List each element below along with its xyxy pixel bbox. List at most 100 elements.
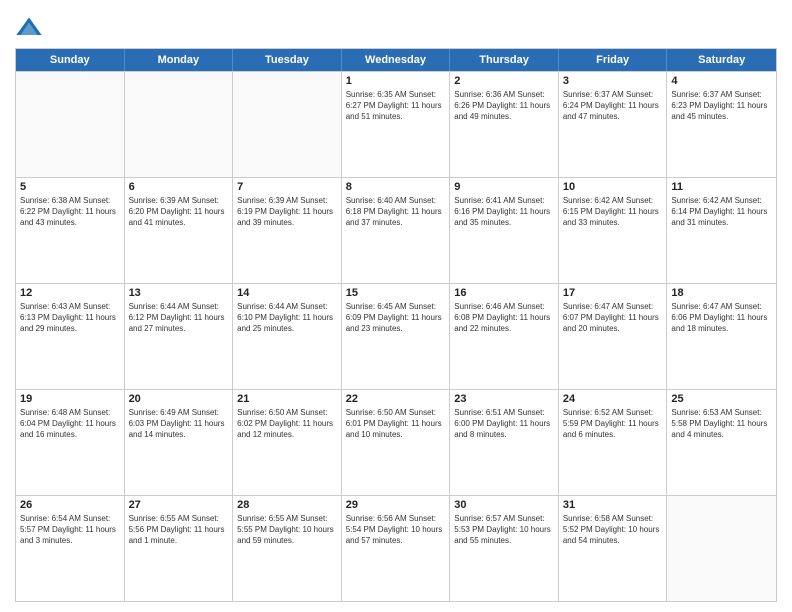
day-number: 14	[237, 287, 337, 299]
day-info: Sunrise: 6:55 AM Sunset: 5:56 PM Dayligh…	[129, 513, 229, 547]
day-cell-15: 15 Sunrise: 6:45 AM Sunset: 6:09 PM Dayli…	[342, 284, 451, 389]
header-day-wednesday: Wednesday	[342, 49, 451, 71]
day-number: 23	[454, 393, 554, 405]
day-info: Sunrise: 6:42 AM Sunset: 6:14 PM Dayligh…	[671, 195, 772, 229]
calendar-header: SundayMondayTuesdayWednesdayThursdayFrid…	[16, 49, 776, 71]
day-number: 26	[20, 499, 120, 511]
day-info: Sunrise: 6:44 AM Sunset: 6:12 PM Dayligh…	[129, 301, 229, 335]
day-cell-12: 12 Sunrise: 6:43 AM Sunset: 6:13 PM Dayli…	[16, 284, 125, 389]
day-info: Sunrise: 6:47 AM Sunset: 6:06 PM Dayligh…	[671, 301, 772, 335]
day-cell-5: 5 Sunrise: 6:38 AM Sunset: 6:22 PM Daylig…	[16, 178, 125, 283]
day-cell-2: 2Sunrise: 6:36 AM Sunset: 6:26 PM Daylig…	[450, 72, 559, 177]
day-info: Sunrise: 6:52 AM Sunset: 5:59 PM Dayligh…	[563, 407, 663, 441]
day-number: 1	[346, 75, 446, 87]
logo	[15, 14, 45, 42]
day-number: 5	[20, 181, 120, 193]
day-cell-empty	[125, 72, 234, 177]
header-day-thursday: Thursday	[450, 49, 559, 71]
day-cell-27: 27 Sunrise: 6:55 AM Sunset: 5:56 PM Dayli…	[125, 496, 234, 601]
day-cell-24: 24 Sunrise: 6:52 AM Sunset: 5:59 PM Dayli…	[559, 390, 668, 495]
day-number: 21	[237, 393, 337, 405]
day-info: Sunrise: 6:38 AM Sunset: 6:22 PM Dayligh…	[20, 195, 120, 229]
calendar: SundayMondayTuesdayWednesdayThursdayFrid…	[15, 48, 777, 602]
day-cell-8: 8 Sunrise: 6:40 AM Sunset: 6:18 PM Daylig…	[342, 178, 451, 283]
day-cell-23: 23 Sunrise: 6:51 AM Sunset: 6:00 PM Dayli…	[450, 390, 559, 495]
day-number: 18	[671, 287, 772, 299]
day-cell-31: 31 Sunrise: 6:58 AM Sunset: 5:52 PM Dayli…	[559, 496, 668, 601]
day-number: 6	[129, 181, 229, 193]
day-info: Sunrise: 6:58 AM Sunset: 5:52 PM Dayligh…	[563, 513, 663, 547]
day-info: Sunrise: 6:37 AM Sunset: 6:23 PM Dayligh…	[671, 89, 772, 123]
logo-icon	[15, 14, 43, 42]
day-number: 30	[454, 499, 554, 511]
day-number: 19	[20, 393, 120, 405]
calendar-week-1: 1 Sunrise: 6:35 AM Sunset: 6:27 PM Daylig…	[16, 71, 776, 177]
day-info: Sunrise: 6:41 AM Sunset: 6:16 PM Dayligh…	[454, 195, 554, 229]
day-number: 29	[346, 499, 446, 511]
day-cell-22: 22Sunrise: 6:50 AM Sunset: 6:01 PM Dayli…	[342, 390, 451, 495]
header-day-saturday: Saturday	[667, 49, 776, 71]
day-cell-19: 19Sunrise: 6:48 AM Sunset: 6:04 PM Dayli…	[16, 390, 125, 495]
day-info: Sunrise: 6:37 AM Sunset: 6:24 PM Dayligh…	[563, 89, 663, 123]
day-cell-26: 26 Sunrise: 6:54 AM Sunset: 5:57 PM Dayli…	[16, 496, 125, 601]
calendar-body: 1 Sunrise: 6:35 AM Sunset: 6:27 PM Daylig…	[16, 71, 776, 601]
day-number: 13	[129, 287, 229, 299]
day-cell-30: 30Sunrise: 6:57 AM Sunset: 5:53 PM Dayli…	[450, 496, 559, 601]
day-info: Sunrise: 6:51 AM Sunset: 6:00 PM Dayligh…	[454, 407, 554, 441]
day-cell-1: 1 Sunrise: 6:35 AM Sunset: 6:27 PM Daylig…	[342, 72, 451, 177]
day-cell-empty	[16, 72, 125, 177]
header-day-monday: Monday	[125, 49, 234, 71]
day-cell-18: 18 Sunrise: 6:47 AM Sunset: 6:06 PM Dayli…	[667, 284, 776, 389]
day-cell-16: 16Sunrise: 6:46 AM Sunset: 6:08 PM Dayli…	[450, 284, 559, 389]
day-cell-empty	[233, 72, 342, 177]
day-info: Sunrise: 6:54 AM Sunset: 5:57 PM Dayligh…	[20, 513, 120, 547]
day-cell-11: 11Sunrise: 6:42 AM Sunset: 6:14 PM Dayli…	[667, 178, 776, 283]
day-number: 28	[237, 499, 337, 511]
day-cell-empty	[667, 496, 776, 601]
day-cell-10: 10 Sunrise: 6:42 AM Sunset: 6:15 PM Dayli…	[559, 178, 668, 283]
day-cell-20: 20Sunrise: 6:49 AM Sunset: 6:03 PM Dayli…	[125, 390, 234, 495]
day-number: 22	[346, 393, 446, 405]
day-number: 2	[454, 75, 554, 87]
day-number: 15	[346, 287, 446, 299]
calendar-week-5: 26 Sunrise: 6:54 AM Sunset: 5:57 PM Dayli…	[16, 495, 776, 601]
day-cell-28: 28 Sunrise: 6:55 AM Sunset: 5:55 PM Dayli…	[233, 496, 342, 601]
calendar-week-2: 5 Sunrise: 6:38 AM Sunset: 6:22 PM Daylig…	[16, 177, 776, 283]
day-info: Sunrise: 6:40 AM Sunset: 6:18 PM Dayligh…	[346, 195, 446, 229]
header-day-sunday: Sunday	[16, 49, 125, 71]
header	[15, 10, 777, 42]
day-number: 9	[454, 181, 554, 193]
day-number: 24	[563, 393, 663, 405]
day-info: Sunrise: 6:39 AM Sunset: 6:20 PM Dayligh…	[129, 195, 229, 229]
day-cell-14: 14Sunrise: 6:44 AM Sunset: 6:10 PM Dayli…	[233, 284, 342, 389]
day-info: Sunrise: 6:43 AM Sunset: 6:13 PM Dayligh…	[20, 301, 120, 335]
day-number: 20	[129, 393, 229, 405]
day-info: Sunrise: 6:55 AM Sunset: 5:55 PM Dayligh…	[237, 513, 337, 547]
day-number: 17	[563, 287, 663, 299]
day-cell-7: 7 Sunrise: 6:39 AM Sunset: 6:19 PM Daylig…	[233, 178, 342, 283]
day-cell-9: 9 Sunrise: 6:41 AM Sunset: 6:16 PM Daylig…	[450, 178, 559, 283]
day-info: Sunrise: 6:50 AM Sunset: 6:02 PM Dayligh…	[237, 407, 337, 441]
day-info: Sunrise: 6:53 AM Sunset: 5:58 PM Dayligh…	[671, 407, 772, 441]
day-info: Sunrise: 6:45 AM Sunset: 6:09 PM Dayligh…	[346, 301, 446, 335]
day-number: 27	[129, 499, 229, 511]
day-number: 31	[563, 499, 663, 511]
header-day-tuesday: Tuesday	[233, 49, 342, 71]
day-cell-13: 13 Sunrise: 6:44 AM Sunset: 6:12 PM Dayli…	[125, 284, 234, 389]
day-number: 25	[671, 393, 772, 405]
day-number: 7	[237, 181, 337, 193]
day-number: 10	[563, 181, 663, 193]
day-number: 3	[563, 75, 663, 87]
day-number: 16	[454, 287, 554, 299]
day-info: Sunrise: 6:47 AM Sunset: 6:07 PM Dayligh…	[563, 301, 663, 335]
day-info: Sunrise: 6:39 AM Sunset: 6:19 PM Dayligh…	[237, 195, 337, 229]
day-number: 8	[346, 181, 446, 193]
day-cell-17: 17 Sunrise: 6:47 AM Sunset: 6:07 PM Dayli…	[559, 284, 668, 389]
day-info: Sunrise: 6:42 AM Sunset: 6:15 PM Dayligh…	[563, 195, 663, 229]
day-cell-29: 29Sunrise: 6:56 AM Sunset: 5:54 PM Dayli…	[342, 496, 451, 601]
day-cell-6: 6 Sunrise: 6:39 AM Sunset: 6:20 PM Daylig…	[125, 178, 234, 283]
day-info: Sunrise: 6:35 AM Sunset: 6:27 PM Dayligh…	[346, 89, 446, 123]
day-number: 12	[20, 287, 120, 299]
calendar-week-4: 19Sunrise: 6:48 AM Sunset: 6:04 PM Dayli…	[16, 389, 776, 495]
day-cell-21: 21 Sunrise: 6:50 AM Sunset: 6:02 PM Dayli…	[233, 390, 342, 495]
